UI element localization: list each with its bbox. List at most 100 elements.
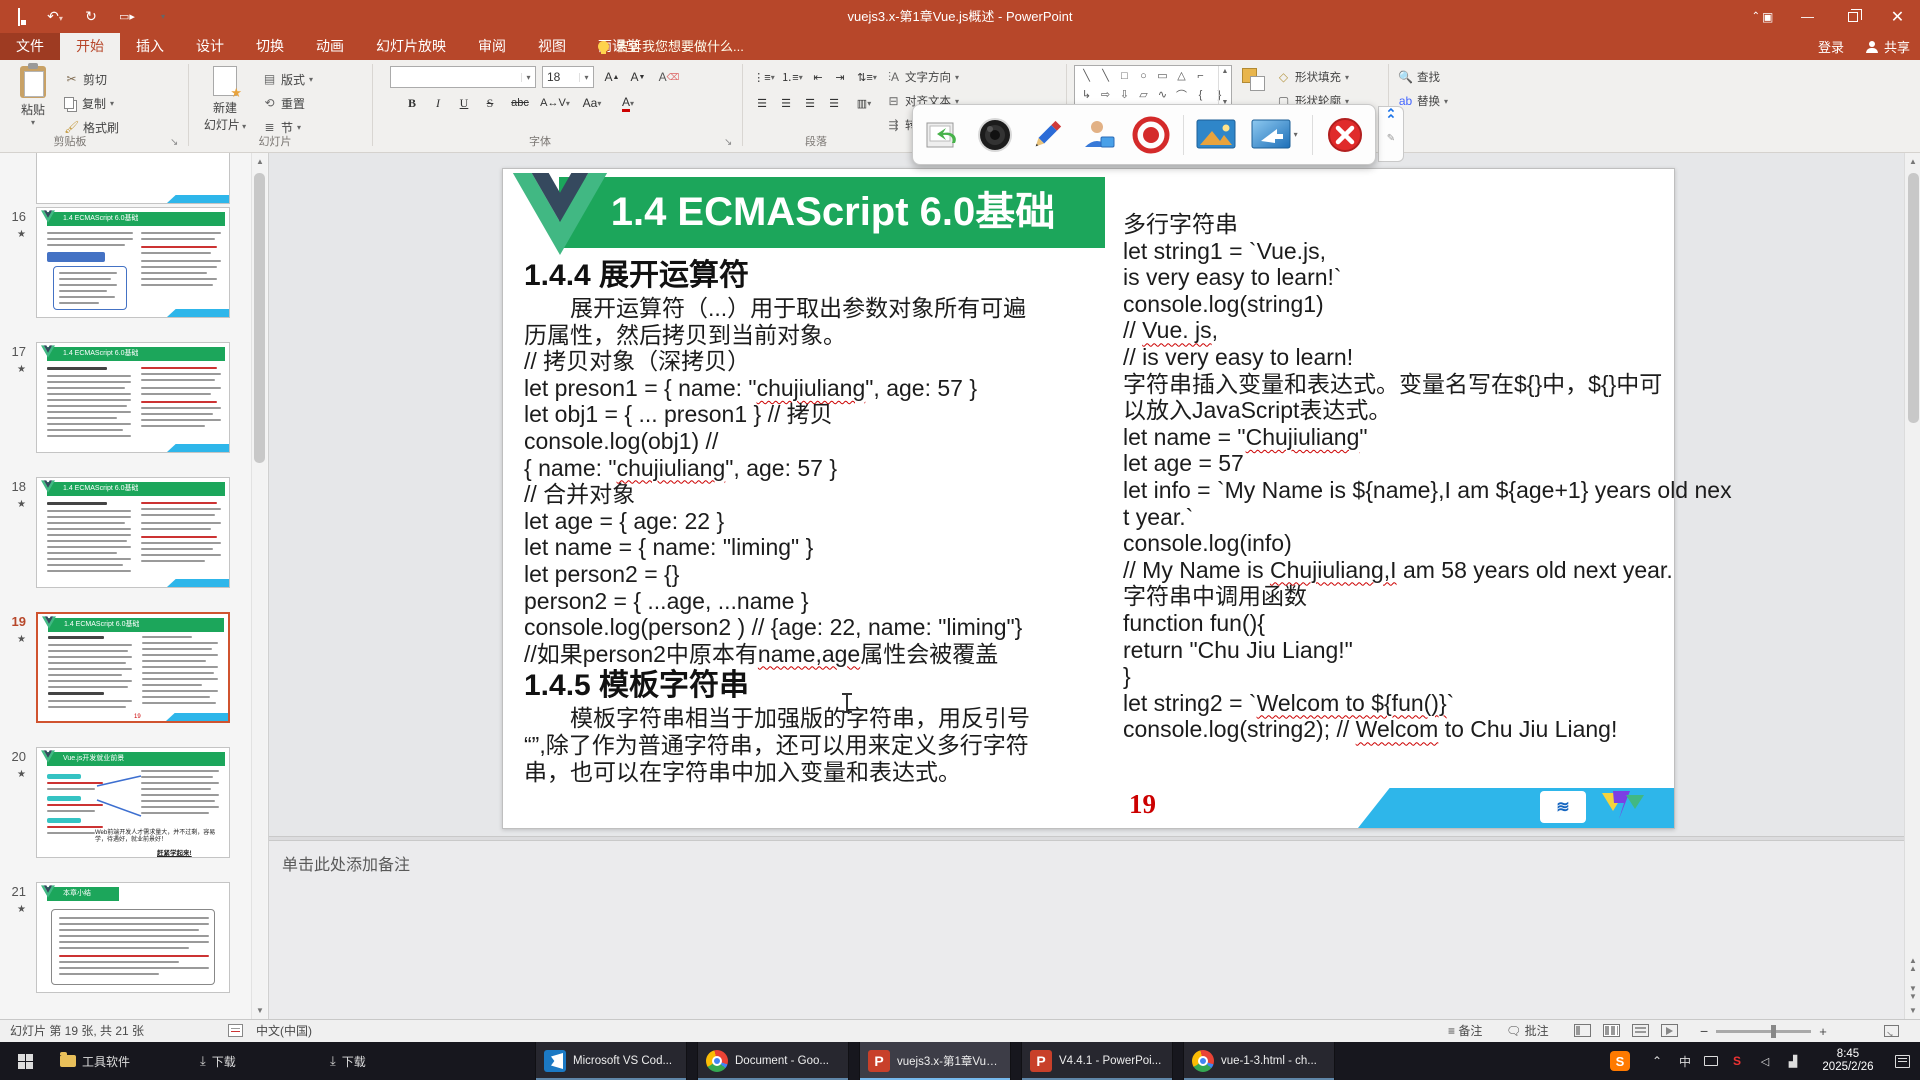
slide-thumbnail-20[interactable]: Vue.js开发就业前景Web前端开发人才需求量大，并不过剩，容易学，待遇好，就… — [36, 747, 230, 858]
minimize-button[interactable]: — — [1785, 0, 1830, 33]
restore-button[interactable] — [1830, 0, 1875, 33]
grow-font-button[interactable]: A▲ — [600, 66, 624, 88]
sogou-tray-icon[interactable]: S — [1610, 1042, 1630, 1080]
previous-slide-button[interactable]: ▲▲ — [1905, 954, 1920, 971]
notes-toggle[interactable]: ≡ 备注 — [1448, 1020, 1482, 1042]
shape-icon[interactable]: { — [1192, 89, 1209, 101]
ime-chinese[interactable]: 中 — [1676, 1053, 1694, 1070]
zoom-in-button[interactable]: + — [1819, 1024, 1827, 1039]
change-case-button[interactable]: Aa▾ — [578, 92, 606, 114]
bullets-button[interactable]: ⋮≡▾ — [752, 66, 776, 88]
decrease-indent-button[interactable]: ⇤ — [808, 66, 828, 88]
font-name-combo[interactable]: ▾ — [390, 66, 536, 88]
slide-left-column[interactable]: 1.4.4 展开运算符 展开运算符（...）用于取出参数对象所有可遍历属性，然后… — [524, 257, 1030, 785]
shape-icon[interactable]: ⇨ — [1097, 88, 1114, 101]
slide-right-column[interactable]: 多行字符串let string1 = `Vue.js,is very easy … — [1123, 211, 1732, 743]
record-icon[interactable] — [1131, 114, 1171, 156]
screen-image-icon[interactable] — [1196, 114, 1236, 156]
taskbar-app-Document - Goo...[interactable]: Document - Goo... — [697, 1042, 849, 1080]
reading-view-icon[interactable] — [1632, 1024, 1649, 1037]
pin-icon[interactable]: ✎ — [1387, 133, 1395, 144]
action-center-button[interactable] — [1888, 1042, 1916, 1080]
italic-button[interactable]: I — [428, 92, 448, 114]
strikethrough-button[interactable]: S — [480, 92, 500, 114]
share-button[interactable]: 共享 — [1866, 37, 1910, 56]
underline-button[interactable]: U — [454, 92, 474, 114]
normal-view-icon[interactable] — [1574, 1024, 1591, 1037]
find-button[interactable]: 🔍查找 — [1398, 66, 1440, 88]
slide-thumbnail-19[interactable]: 1.4 ECMAScript 6.0基础19 — [36, 612, 230, 723]
font-size-combo[interactable]: 18▾ — [542, 66, 594, 88]
layout-button[interactable]: ▤版式▾ — [262, 68, 313, 90]
copy-button[interactable]: 复制▾ — [64, 92, 114, 114]
tab-开始[interactable]: 开始 — [60, 33, 120, 60]
bold-button[interactable]: B — [402, 92, 422, 114]
text-direction-button[interactable]: ⫶A文字方向▾ — [886, 66, 959, 88]
shapes-gallery[interactable]: ╲╲□○▭△⌐ ↳⇨⇩▱∿⌒{} ▲▼ — [1074, 65, 1232, 109]
shape-icon[interactable]: □ — [1116, 70, 1133, 82]
shape-icon[interactable]: ○ — [1135, 70, 1152, 82]
align-center-button[interactable]: ☰ — [776, 92, 796, 114]
camera-lens-icon[interactable] — [975, 114, 1015, 156]
taskbar-app-V4.4.1 - PowerPoi...[interactable]: PV4.4.1 - PowerPoi... — [1021, 1042, 1173, 1080]
slide-thumbnail-15[interactable]: 案例演示：【例1-1、1-2】 — [36, 153, 230, 204]
slide-thumbnail-17[interactable]: 1.4 ECMAScript 6.0基础 — [36, 342, 230, 453]
align-right-button[interactable]: ☰ — [800, 92, 820, 114]
fit-to-window-icon[interactable] — [1884, 1020, 1899, 1042]
tab-切换[interactable]: 切换 — [240, 33, 300, 60]
increase-indent-button[interactable]: ⇥ — [830, 66, 850, 88]
taskbar-toolbar-下载-2[interactable]: ⤓下载 — [330, 1042, 366, 1080]
slide-counter[interactable]: 幻灯片 第 19 张, 共 21 张 — [10, 1020, 144, 1042]
taskbar-app-Microsoft VS Cod...[interactable]: Microsoft VS Cod... — [535, 1042, 687, 1080]
slide-canvas[interactable]: 1.4 ECMAScript 6.0基础 1.4.4 展开运算符 展开运算符（.… — [502, 168, 1675, 829]
pencil-icon[interactable] — [1027, 114, 1067, 156]
font-dialog-launcher[interactable]: ↘ — [724, 137, 732, 148]
ws-scroll-up-arrow[interactable]: ▲ — [1905, 153, 1920, 170]
shape-icon[interactable]: ╲ — [1078, 69, 1095, 82]
font-color-button[interactable]: A▾ — [614, 92, 642, 114]
clear-formatting-button[interactable]: A⌫ — [656, 66, 682, 88]
shape-icon[interactable]: ⇩ — [1116, 88, 1133, 101]
taskbar-clock[interactable]: 8:45 2025/2/26 — [1812, 1042, 1884, 1080]
close-button[interactable]: ✕ — [1875, 0, 1920, 33]
tab-审阅[interactable]: 审阅 — [462, 33, 522, 60]
shape-fill-button[interactable]: ◇形状填充▾ — [1276, 66, 1349, 88]
new-slide-button[interactable]: 新建 幻灯片 ▾ — [198, 64, 252, 133]
character-spacing-button[interactable]: A↔V▾ — [540, 92, 570, 114]
sogou-s-icon[interactable]: S — [1728, 1054, 1746, 1068]
zoom-out-button[interactable]: − — [1700, 1023, 1708, 1039]
replace-button[interactable]: ab替换▾ — [1398, 90, 1448, 112]
workspace-scrollbar[interactable]: ▲ ▲▲ ▼▼ ▼ — [1904, 153, 1920, 1019]
person-icon[interactable] — [1079, 114, 1119, 156]
slideshow-view-icon[interactable] — [1661, 1024, 1678, 1037]
slide-thumbnail-18[interactable]: 1.4 ECMAScript 6.0基础 — [36, 477, 230, 588]
ws-scroll-down-arrow[interactable]: ▼ — [1905, 1002, 1920, 1019]
text-shadow-button[interactable]: abc — [506, 92, 534, 114]
taskbar-toolbar-工具软件-0[interactable]: 工具软件 — [60, 1042, 130, 1080]
tab-动画[interactable]: 动画 — [300, 33, 360, 60]
screen-share-icon[interactable]: ▾ — [1248, 114, 1300, 156]
notes-pane[interactable]: 单击此处添加备注 — [269, 841, 1904, 1019]
comments-toggle[interactable]: 🗨 批注 — [1506, 1020, 1549, 1042]
reset-button[interactable]: ⟲重置 — [262, 92, 305, 114]
collapse-chevrons-icon[interactable]: ⌃⌃ ✎ — [1378, 106, 1404, 162]
thumbnail-scrollbar[interactable]: ▲ ▼ — [251, 153, 267, 1019]
slide-sorter-icon[interactable] — [1603, 1024, 1620, 1037]
tab-设计[interactable]: 设计 — [180, 33, 240, 60]
monitor-icon[interactable] — [1704, 1056, 1718, 1066]
hidden-icons-chevron[interactable]: ⌃ — [1648, 1054, 1666, 1068]
shape-icon[interactable]: ⌐ — [1192, 70, 1209, 82]
justify-button[interactable]: ☰ — [824, 92, 844, 114]
cut-button[interactable]: ✂剪切 — [64, 68, 107, 90]
zoom-slider[interactable] — [1716, 1030, 1811, 1033]
shape-icon[interactable]: △ — [1173, 69, 1190, 82]
shape-icon[interactable]: ∿ — [1154, 88, 1171, 101]
scroll-down-arrow[interactable]: ▼ — [252, 1002, 268, 1019]
shape-icon[interactable]: ╲ — [1097, 69, 1114, 82]
numbering-button[interactable]: ⒈≡▾ — [780, 66, 804, 88]
shape-icon[interactable]: ▭ — [1154, 69, 1171, 82]
ribbon-display-options-button[interactable]: ⌃▣ — [1740, 0, 1785, 33]
next-slide-button[interactable]: ▼▼ — [1905, 982, 1920, 999]
tab-file[interactable]: 文件 — [0, 33, 60, 60]
start-button[interactable] — [0, 1042, 50, 1080]
